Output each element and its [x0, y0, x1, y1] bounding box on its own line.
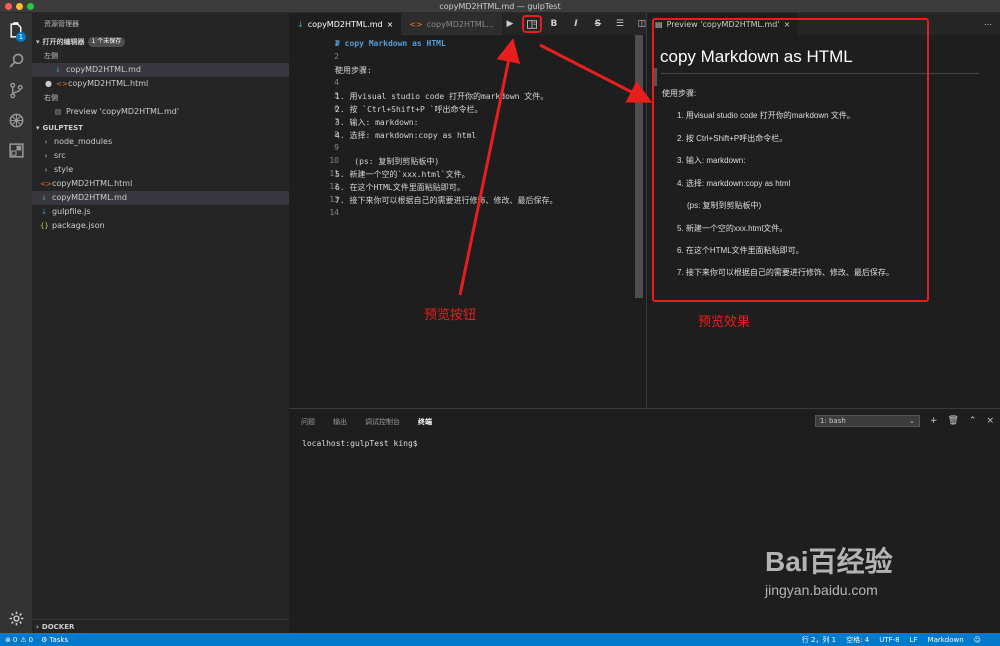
line-ending[interactable]: LF: [910, 636, 918, 644]
warning-count: 0: [28, 635, 34, 644]
chevron-up-icon[interactable]: ⌃: [969, 416, 977, 426]
panel-controls: 1: bash ⌄ + 🗑 ⌃ ×: [814, 415, 994, 427]
tab-problems[interactable]: 问题: [301, 417, 315, 427]
terminal-output[interactable]: localhost:gulpTest king$: [302, 439, 418, 448]
error-count: 0: [12, 635, 18, 644]
tab-output[interactable]: 输出: [333, 417, 347, 427]
terminal-select-value: 1: bash: [819, 417, 846, 425]
indentation[interactable]: 空格: 4: [846, 635, 869, 645]
watermark-url: jingyan.baidu.com: [765, 582, 878, 598]
status-bar: ⊗ 0 ⚠ 0 ⚙ Tasks 行 2，列 1 空格: 4 UTF-8 LF M…: [0, 633, 1000, 646]
encoding[interactable]: UTF-8: [879, 636, 899, 644]
close-icon[interactable]: ×: [986, 416, 994, 426]
watermark-brand: Bai百经验: [765, 546, 893, 577]
chevron-down-icon: ⌄: [909, 417, 915, 425]
tab-debug-console[interactable]: 调试控制台: [365, 417, 400, 427]
arrow-to-preview-pane: [539, 43, 653, 103]
bottom-panel: 问题 输出 调试控制台 终端 1: bash ⌄ + 🗑 ⌃ × localhos…: [289, 408, 1000, 633]
tab-terminal[interactable]: 终端: [418, 417, 432, 427]
feedback-icon[interactable]: ☺: [974, 636, 981, 644]
cursor-position[interactable]: 行 2，列 1: [802, 635, 836, 645]
terminal-select[interactable]: 1: bash ⌄: [814, 415, 920, 427]
preview-button-annotation: 预览按钮: [424, 308, 477, 323]
status-right: 行 2，列 1 空格: 4 UTF-8 LF Markdown ☺: [802, 635, 995, 645]
baidu-watermark: Bai百经验 jingyan.baidu.com: [765, 540, 893, 598]
preview-effect-annotation: 预览效果: [698, 315, 751, 330]
tasks-button[interactable]: Tasks: [49, 636, 68, 644]
language-mode[interactable]: Markdown: [928, 636, 964, 644]
warning-icon[interactable]: ⚠: [20, 636, 26, 644]
add-terminal-icon[interactable]: +: [930, 416, 938, 426]
trash-icon[interactable]: 🗑: [947, 416, 958, 426]
tasks-icon: ⚙: [41, 635, 48, 644]
error-icon[interactable]: ⊗: [5, 636, 11, 644]
arrow-to-preview-button: [458, 38, 521, 296]
